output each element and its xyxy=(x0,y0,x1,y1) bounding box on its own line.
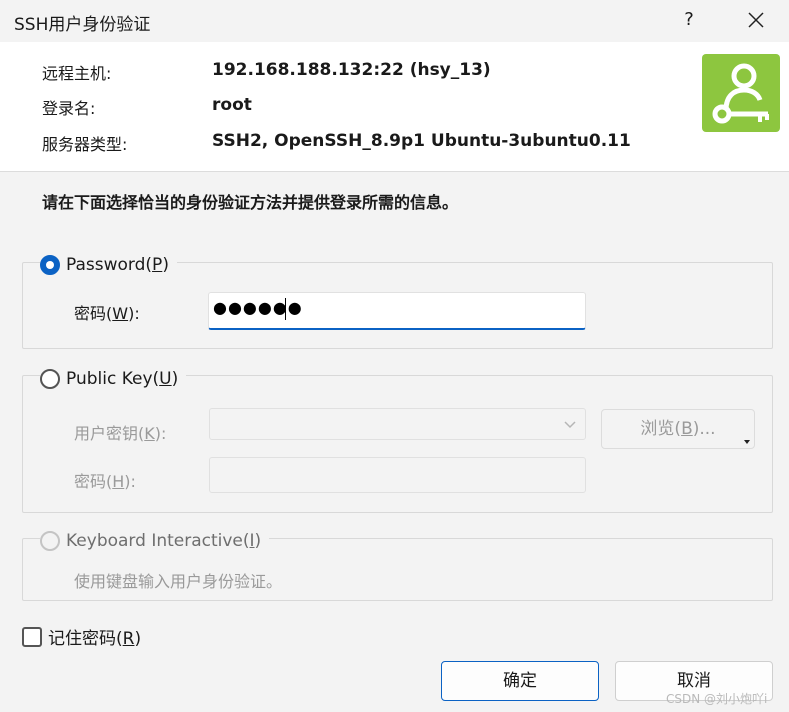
password-field-label: 密码(W): xyxy=(74,304,140,323)
user-key-icon xyxy=(712,63,769,124)
ok-button[interactable]: 确定 xyxy=(441,661,599,701)
keyboard-interactive-option[interactable]: Keyboard Interactive(I) xyxy=(40,528,270,554)
login-name-value: root xyxy=(212,95,252,115)
server-type-label: 服务器类型: xyxy=(42,135,128,154)
password-masked-value: ●●●●●● xyxy=(213,298,303,317)
public-key-option-label: Public Key(U) xyxy=(66,369,179,389)
user-key-label: 用户密钥(K): xyxy=(74,424,167,443)
text-caret xyxy=(285,298,286,320)
chevron-down-icon xyxy=(564,421,576,429)
remember-password-option[interactable]: 记住密码(R) xyxy=(22,624,141,649)
login-name-label: 登录名: xyxy=(42,99,96,118)
server-type-value: SSH2, OpenSSH_8.9p1 Ubuntu-3ubuntu0.11 xyxy=(212,131,631,151)
public-key-option[interactable]: Public Key(U) xyxy=(40,366,187,392)
remember-password-checkbox[interactable] xyxy=(22,626,42,647)
close-button[interactable] xyxy=(740,4,772,36)
keyboard-interactive-description: 使用键盘输入用户身份验证。 xyxy=(74,572,283,591)
password-radio[interactable] xyxy=(40,255,60,275)
window-title: SSH用户身份验证 xyxy=(14,15,151,35)
keyboard-interactive-option-label: Keyboard Interactive(I) xyxy=(66,531,262,551)
remote-host-label: 远程主机: xyxy=(42,64,112,83)
remember-password-label: 记住密码(R) xyxy=(48,629,142,649)
passphrase-label: 密码(H): xyxy=(74,472,136,491)
password-option[interactable]: Password(P) xyxy=(40,252,177,278)
password-option-label: Password(P) xyxy=(66,255,169,275)
help-button[interactable]: ? xyxy=(677,6,701,34)
public-key-radio[interactable] xyxy=(40,369,60,389)
user-key-select[interactable] xyxy=(209,408,586,440)
browse-button[interactable]: 浏览(B)... xyxy=(601,409,755,449)
remote-host-value: 192.168.188.132:22 (hsy_13) xyxy=(212,60,491,80)
watermark: CSDN @刘小炮吖i xyxy=(666,692,768,706)
close-icon xyxy=(748,12,764,28)
passphrase-input[interactable] xyxy=(209,457,586,493)
password-input[interactable]: ●●●●●● xyxy=(208,292,586,330)
instruction-text: 请在下面选择恰当的身份验证方法并提供登录所需的信息。 xyxy=(42,193,459,212)
keyboard-interactive-radio[interactable] xyxy=(40,531,60,551)
host-info-panel: 远程主机: 192.168.188.132:22 (hsy_13) 登录名: r… xyxy=(0,42,789,172)
title-bar: SSH用户身份验证 ? xyxy=(0,0,789,42)
dropdown-arrow-icon xyxy=(744,440,750,444)
app-logo xyxy=(702,54,780,132)
